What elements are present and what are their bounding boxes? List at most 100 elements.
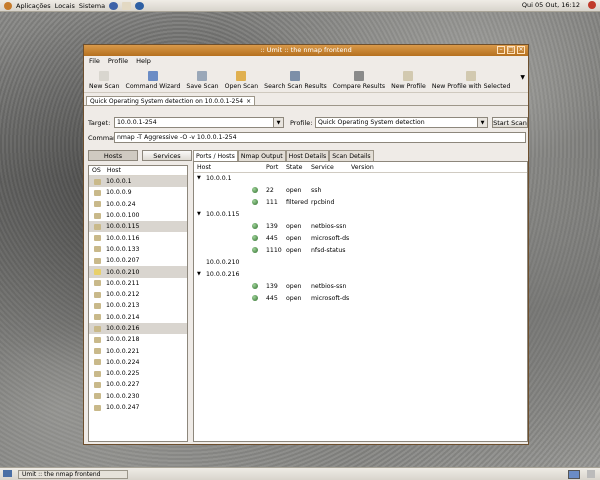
target-input[interactable]: 10.0.0.1-254 ▼ (114, 117, 284, 128)
host-row[interactable]: 10.0.0.9 (89, 187, 187, 198)
port-row[interactable]: 111 filtered rpcbind (194, 197, 527, 209)
close-icon[interactable]: × (517, 46, 525, 54)
clock[interactable]: Qui 05 Out, 16:12 (522, 1, 580, 9)
toolbar-button-save[interactable]: Save Scan (186, 71, 219, 92)
os-column-header[interactable]: OS (92, 167, 101, 174)
host-group-row[interactable]: ▼ 10.0.0.115 (194, 209, 527, 221)
toolbar-button-folder[interactable]: Open Scan (225, 71, 258, 92)
host-row[interactable]: 10.0.0.230 (89, 391, 187, 402)
chevron-down-icon[interactable]: ▼ (273, 118, 283, 127)
toolbar-button-new-scan[interactable]: New Scan (89, 71, 120, 92)
menu-profile[interactable]: Profile (108, 57, 128, 65)
ubuntu-logo-icon[interactable] (4, 1, 12, 10)
host-group-row[interactable]: ▼ 10.0.0.216 (194, 269, 527, 281)
host-group-ip: 10.0.0.115 (206, 211, 240, 218)
host-row[interactable]: 10.0.0.221 (89, 345, 187, 356)
port-service: microsoft-ds (311, 295, 350, 302)
menu-file[interactable]: File (89, 57, 100, 65)
host-row[interactable]: 10.0.0.100 (89, 210, 187, 221)
host-row[interactable]: 10.0.0.227 (89, 379, 187, 390)
windows-os-icon (94, 348, 101, 355)
umit-window: :: Umit :: the nmap frontend – □ × File … (83, 44, 529, 445)
host-row[interactable]: 10.0.0.207 (89, 255, 187, 266)
command-input[interactable]: nmap -T Aggressive -O -v 10.0.0.1-254 (114, 132, 526, 143)
bottom-panel: Umit :: the nmap frontend (0, 467, 600, 480)
host-row[interactable]: 10.0.0.247 (89, 402, 187, 413)
host-ip: 10.0.0.207 (106, 257, 140, 265)
expander-icon[interactable]: ▼ (197, 271, 201, 277)
host-row[interactable]: 10.0.0.216 (89, 322, 187, 335)
toolbar-button-search[interactable]: Search Scan Results (264, 71, 327, 92)
tab-scan[interactable]: Quick Operating System detection on 10.0… (86, 96, 256, 105)
col-port[interactable]: Port (266, 164, 278, 171)
menu-locais[interactable]: Locais (55, 2, 75, 10)
col-service[interactable]: Service (311, 164, 334, 171)
host-row[interactable]: 10.0.0.218 (89, 334, 187, 345)
maximize-icon[interactable]: □ (507, 46, 515, 54)
port-row[interactable]: 1110 open nfsd-status (194, 245, 527, 257)
tab-nmap-output[interactable]: Nmap Output (237, 150, 286, 161)
hosts-services-toggle: Hosts Services (88, 150, 192, 161)
show-desktop-icon[interactable] (3, 470, 12, 477)
tab-scan-details[interactable]: Scan Details (329, 150, 374, 161)
menubar: File Profile Help (84, 56, 528, 66)
start-scan-button[interactable]: Start Scan (492, 117, 528, 128)
port-service: netbios-ssn (311, 223, 347, 230)
toolbar-button-new-profile[interactable]: New Profile (391, 71, 426, 92)
windows-os-icon (94, 280, 101, 287)
port-row[interactable]: 445 open microsoft-ds (194, 233, 527, 245)
host-group-ip: 10.0.0.216 (206, 271, 240, 278)
profile-select[interactable]: Quick Operating System detection ▼ (315, 117, 488, 128)
port-row[interactable]: 22 open ssh (194, 185, 527, 197)
host-ip: 10.0.0.225 (106, 370, 140, 378)
host-ip: 10.0.0.100 (106, 212, 140, 220)
host-row[interactable]: 10.0.0.24 (89, 199, 187, 210)
expander-icon[interactable]: ▼ (197, 211, 201, 217)
host-group-row[interactable]: ▼ 10.0.0.1 (194, 173, 527, 185)
host-group-row[interactable]: 10.0.0.210 (194, 257, 527, 269)
tab-host-details[interactable]: Host Details (285, 150, 330, 161)
browser-launcher-icon[interactable] (109, 1, 119, 10)
services-button[interactable]: Services (142, 150, 192, 161)
chevron-down-icon[interactable]: ▼ (477, 118, 487, 127)
toolbar-overflow-icon[interactable]: ▼ (520, 74, 525, 81)
expander-icon[interactable]: ▼ (197, 175, 201, 181)
col-state[interactable]: State (286, 164, 302, 171)
port-row[interactable]: 139 open netbios-ssn (194, 221, 527, 233)
port-row[interactable]: 445 open microsoft-ds (194, 293, 527, 305)
host-column-header[interactable]: Host (107, 167, 121, 174)
menu-sistema[interactable]: Sistema (79, 2, 105, 10)
host-row[interactable]: 10.0.0.224 (89, 357, 187, 368)
host-row[interactable]: 10.0.0.213 (89, 300, 187, 311)
host-row[interactable]: 10.0.0.225 (89, 368, 187, 379)
toolbar-button-compare[interactable]: Compare Results (333, 71, 385, 92)
menu-aplicacoes[interactable]: Aplicações (16, 2, 51, 10)
menu-help[interactable]: Help (136, 57, 151, 65)
host-row[interactable]: 10.0.0.211 (89, 278, 187, 289)
tab-close-icon[interactable]: × (246, 98, 251, 105)
minimize-icon[interactable]: – (497, 46, 505, 54)
taskbar-item-umit[interactable]: Umit :: the nmap frontend (18, 469, 128, 479)
host-row[interactable]: 10.0.0.133 (89, 244, 187, 255)
port-status-icon (252, 199, 258, 205)
col-version[interactable]: Version (351, 164, 374, 171)
help-launcher-icon[interactable] (135, 1, 145, 10)
host-row[interactable]: 10.0.0.210 (89, 266, 187, 278)
hosts-button[interactable]: Hosts (88, 150, 138, 161)
host-row[interactable]: 10.0.0.116 (89, 232, 187, 243)
col-host[interactable]: Host (197, 164, 211, 171)
port-row[interactable]: 139 open netbios-ssn (194, 281, 527, 293)
host-row[interactable]: 10.0.0.214 (89, 312, 187, 323)
host-row[interactable]: 10.0.0.212 (89, 289, 187, 300)
toolbar-button-profile-selected[interactable]: New Profile with Selected (432, 71, 510, 92)
port-state: open (286, 223, 302, 230)
mail-launcher-icon[interactable] (122, 1, 132, 10)
logout-icon[interactable] (588, 1, 596, 9)
trash-icon[interactable] (587, 470, 595, 478)
toolbar-button-wizard[interactable]: Command Wizard (126, 71, 180, 92)
workspace-switcher-icon[interactable] (568, 470, 580, 479)
tab-ports-hosts[interactable]: Ports / Hosts (193, 150, 238, 161)
window-titlebar[interactable]: :: Umit :: the nmap frontend – □ × (84, 45, 528, 56)
host-row[interactable]: 10.0.0.1 (89, 176, 187, 188)
host-row[interactable]: 10.0.0.115 (89, 221, 187, 233)
